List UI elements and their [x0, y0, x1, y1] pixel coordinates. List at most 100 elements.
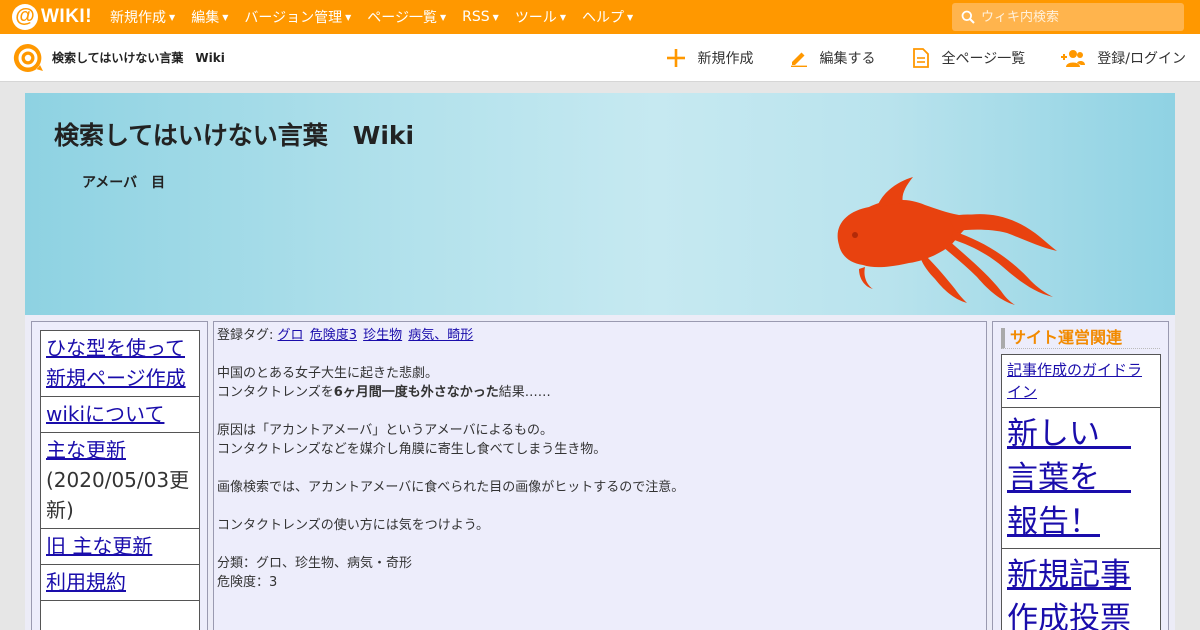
at-icon: @ [12, 4, 38, 30]
link-cell: 新しい 言葉を 報告！ [1001, 407, 1161, 549]
site-actions: 新規作成 編集する 全ページ一覧 登録/ログイン [630, 34, 1186, 82]
tags-label: 登録タグ: [217, 328, 274, 343]
tag-list: 登録タグ: グロ 危険度3 珍生物 病気、畸形 [217, 326, 983, 345]
article-line: 画像検索では、アカントアメーバに食べられた目の画像がヒットするので注意。 [217, 480, 685, 495]
list-item: 主な更新 (2020/05/03更新) [40, 432, 200, 529]
caret-down-icon: ▼ [345, 12, 352, 22]
menu-version[interactable]: バージョン管理 ▼ [244, 7, 351, 27]
link-cell: 新規記事作成投票 [1001, 548, 1161, 630]
action-label: 編集する [819, 51, 876, 67]
menu-cell: 主な更新 (2020/05/03更新) [40, 432, 200, 529]
article-line: コンタクトレンズを6ヶ月間一度も外さなかった結果…… [217, 383, 983, 402]
menu-cell: 利用規約 [40, 564, 200, 601]
menu-cell: ひな型を使って新規ページ作成 [40, 330, 200, 397]
top-menu: 新規作成 ▼ 編集 ▼ バージョン管理 ▼ ページ一覧 ▼ RSS ▼ ツール ▼ ヘルプ ▼ [110, 7, 649, 27]
menu-cell: 旧 主な更新 [40, 528, 200, 565]
menu-link-terms[interactable]: 利用規約 [46, 570, 126, 594]
classification-line: 分類：グロ、珍生物、病気・奇形 [217, 556, 413, 571]
global-header: @ WIKI! 新規作成 ▼ 編集 ▼ バージョン管理 ▼ ページ一覧 ▼ RSS ▼ ツ… [0, 0, 1200, 34]
article-line: コンタクトレンズの使い方には気をつけよう。 [217, 518, 489, 533]
left-sidebar: ひな型を使って新規ページ作成 wikiについて 主な更新 (2020/05/03更… [31, 321, 208, 630]
list-item [40, 600, 200, 630]
article-line: コンタクトレンズなどを媒介し角膜に寄生し食べてしまう生き物。 [217, 442, 607, 457]
action-label: 登録/ログイン [1097, 51, 1186, 67]
menu-label: 新規作成 [110, 10, 167, 26]
list-item: 旧 主な更新 [40, 528, 200, 565]
tag-link[interactable]: グロ [278, 328, 304, 343]
plus-icon [666, 49, 685, 67]
tag-link[interactable]: 珍生物 [363, 328, 402, 343]
site-name[interactable]: 検索してはいけない言葉 Wiki [52, 49, 225, 66]
action-label: 全ページ一覧 [941, 51, 1026, 67]
atwiki-site-logo[interactable] [12, 42, 44, 74]
caret-down-icon: ▼ [559, 12, 566, 22]
search-icon[interactable] [961, 10, 975, 24]
menu-link-template-new-page[interactable]: ひな型を使って新規ページ作成 [46, 336, 186, 390]
list-item: ひな型を使って新規ページ作成 [40, 330, 200, 397]
menu-link-old-updates[interactable]: 旧 主な更新 [46, 534, 152, 558]
list-item: 利用規約 [40, 564, 200, 601]
menu-new[interactable]: 新規作成 ▼ [110, 7, 175, 27]
caret-down-icon: ▼ [492, 12, 499, 22]
link-cell: 記事作成のガイドライン [1001, 354, 1161, 408]
menu-label: バージョン管理 [244, 10, 343, 26]
menu-label: RSS [462, 9, 490, 25]
pencil-icon [790, 52, 807, 67]
text-span: 結果…… [498, 385, 551, 400]
update-date-note: (2020/05/03更新) [46, 468, 190, 522]
caret-down-icon: ▼ [626, 12, 634, 22]
guideline-link[interactable]: 記事作成のガイドライン [1007, 361, 1142, 401]
menu-page-list[interactable]: ページ一覧 ▼ [367, 7, 446, 27]
menu-label: ヘルプ [581, 10, 624, 26]
text-span: コンタクトレンズを [217, 385, 334, 400]
new-article-vote-link[interactable]: 新規記事作成投票 [1007, 557, 1131, 630]
right-sidebar: サイト運営関連 記事作成のガイドライン 新しい 言葉を 報告！ 新規記事作成投票 [992, 321, 1169, 630]
menu-label: ツール [514, 10, 557, 26]
add-user-icon [1061, 50, 1086, 67]
all-pages-button[interactable]: 全ページ一覧 [912, 48, 1026, 68]
article-line: 中国のとある女子大生に起きた悲劇。 [217, 366, 439, 381]
menu-edit[interactable]: 編集 ▼ [191, 7, 228, 27]
search-input[interactable] [981, 9, 1171, 25]
menu-link-updates[interactable]: 主な更新 [46, 438, 126, 462]
caret-down-icon: ▼ [169, 12, 176, 22]
caret-down-icon: ▼ [439, 12, 447, 22]
caret-down-icon: ▼ [222, 12, 229, 22]
article-line: 原因は「アカントアメーバ」というアメーバによるもの。 [217, 423, 554, 438]
left-menu: ひな型を使って新規ページ作成 wikiについて 主な更新 (2020/05/03更… [40, 330, 200, 630]
article-body: 登録タグ: グロ 危険度3 珍生物 病気、畸形 中国のとある女子大生に起きた悲劇… [213, 321, 987, 630]
menu-cell: wikiについて [40, 396, 200, 433]
list-item: 新規記事作成投票 [1001, 548, 1161, 630]
document-icon [912, 48, 929, 68]
report-new-word-link[interactable]: 新しい 言葉を 報告！ [1007, 416, 1131, 540]
wiki-search-box [952, 3, 1184, 31]
new-page-button[interactable]: 新規作成 [666, 48, 754, 68]
site-header: 検索してはいけない言葉 Wiki 新規作成 編集する 全ページ一覧 登録/ログイ… [0, 34, 1200, 82]
edit-button[interactable]: 編集する [790, 48, 876, 68]
menu-label: 編集 [191, 10, 220, 26]
menu-tools[interactable]: ツール ▼ [515, 7, 566, 27]
page-title: アメーバ 目 [82, 175, 166, 191]
content-area: ひな型を使って新規ページ作成 wikiについて 主な更新 (2020/05/03更… [25, 315, 1175, 630]
wiki-banner: 検索してはいけない言葉 Wiki アメーバ 目 [25, 93, 1175, 315]
list-item: 記事作成のガイドライン [1001, 354, 1161, 408]
site-operation-links: 記事作成のガイドライン 新しい 言葉を 報告！ 新規記事作成投票 [1001, 354, 1161, 630]
list-item: wikiについて [40, 396, 200, 433]
emphasis-text: 6ヶ月間一度も外さなかった [333, 385, 499, 400]
danger-level-line: 危険度：3 [217, 575, 278, 590]
list-item: 新しい 言葉を 報告！ [1001, 407, 1161, 549]
tag-link[interactable]: 危険度3 [310, 328, 357, 343]
menu-rss[interactable]: RSS ▼ [462, 7, 499, 27]
menu-cell [40, 600, 200, 630]
menu-label: ページ一覧 [367, 10, 437, 26]
tag-link[interactable]: 病気、畸形 [408, 328, 473, 343]
goldfish-illustration [837, 177, 1057, 305]
menu-help[interactable]: ヘルプ ▼ [582, 7, 633, 27]
wiki-title[interactable]: 検索してはいけない言葉 Wiki [54, 116, 414, 152]
sidebar-heading: サイト運営関連 [1001, 328, 1160, 349]
action-label: 新規作成 [697, 51, 754, 67]
atwiki-logo[interactable]: @ WIKI! [12, 4, 92, 30]
menu-link-about-wiki[interactable]: wikiについて [46, 402, 164, 426]
logo-text: WIKI! [41, 6, 93, 27]
register-login-button[interactable]: 登録/ログイン [1061, 48, 1186, 68]
